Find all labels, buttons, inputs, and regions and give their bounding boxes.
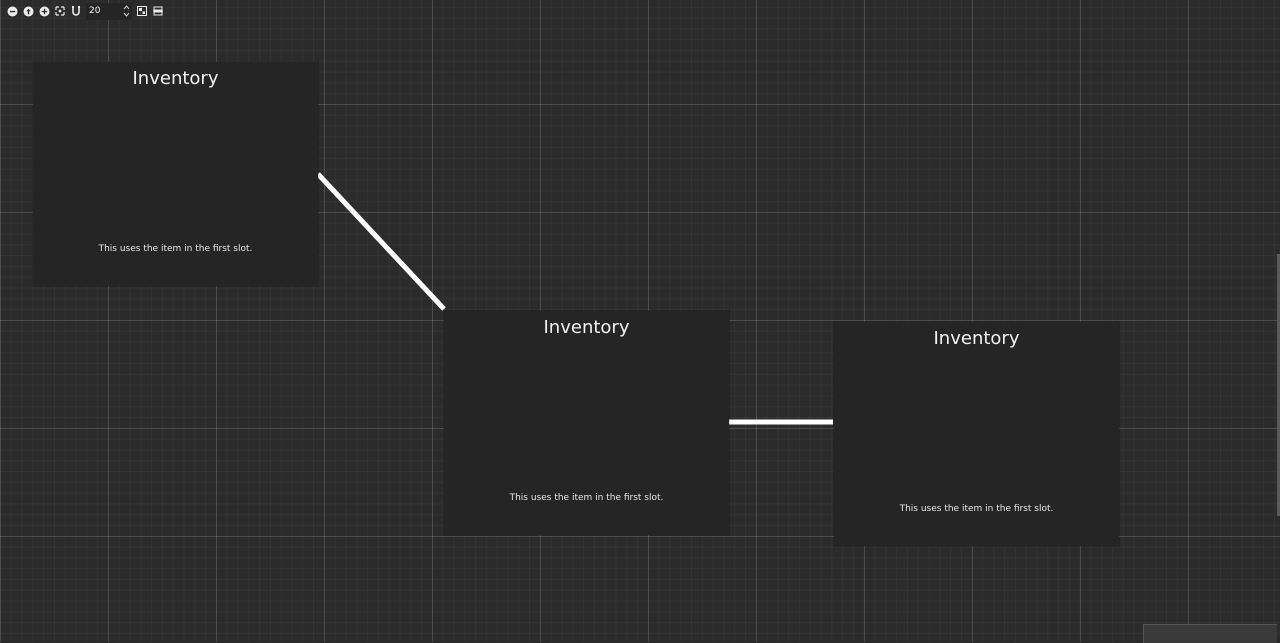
layout-icon[interactable] — [152, 5, 164, 17]
graph-node-inventory-3[interactable]: Inventory This uses the item in the firs… — [834, 322, 1119, 546]
graph-node-inventory-2[interactable]: Inventory This uses the item in the firs… — [444, 311, 729, 535]
zoom-in-icon[interactable] — [38, 5, 50, 17]
zoom-spinner — [122, 4, 130, 18]
node-description: This uses the item in the first slot. — [899, 504, 1054, 514]
node-title: Inventory — [132, 68, 219, 89]
magnet-icon[interactable] — [70, 5, 82, 17]
minimap-panel[interactable] — [1143, 624, 1277, 643]
graph-node-inventory-1[interactable]: Inventory This uses the item in the firs… — [33, 62, 318, 286]
snap-grid-icon[interactable] — [54, 5, 66, 17]
node-title: Inventory — [933, 328, 1020, 349]
reset-zoom-icon[interactable] — [22, 5, 34, 17]
zoom-level-input[interactable] — [89, 6, 119, 16]
node-description: This uses the item in the first slot. — [509, 493, 664, 503]
node-title: Inventory — [543, 317, 630, 338]
zoom-out-icon[interactable] — [6, 5, 18, 17]
graph-toolbar — [6, 2, 164, 20]
zoom-level-field[interactable] — [86, 2, 132, 20]
node-description: This uses the item in the first slot. — [98, 244, 253, 254]
minimap-icon[interactable] — [136, 5, 148, 17]
chevron-down-icon[interactable] — [122, 11, 130, 18]
chevron-up-icon[interactable] — [122, 4, 130, 11]
